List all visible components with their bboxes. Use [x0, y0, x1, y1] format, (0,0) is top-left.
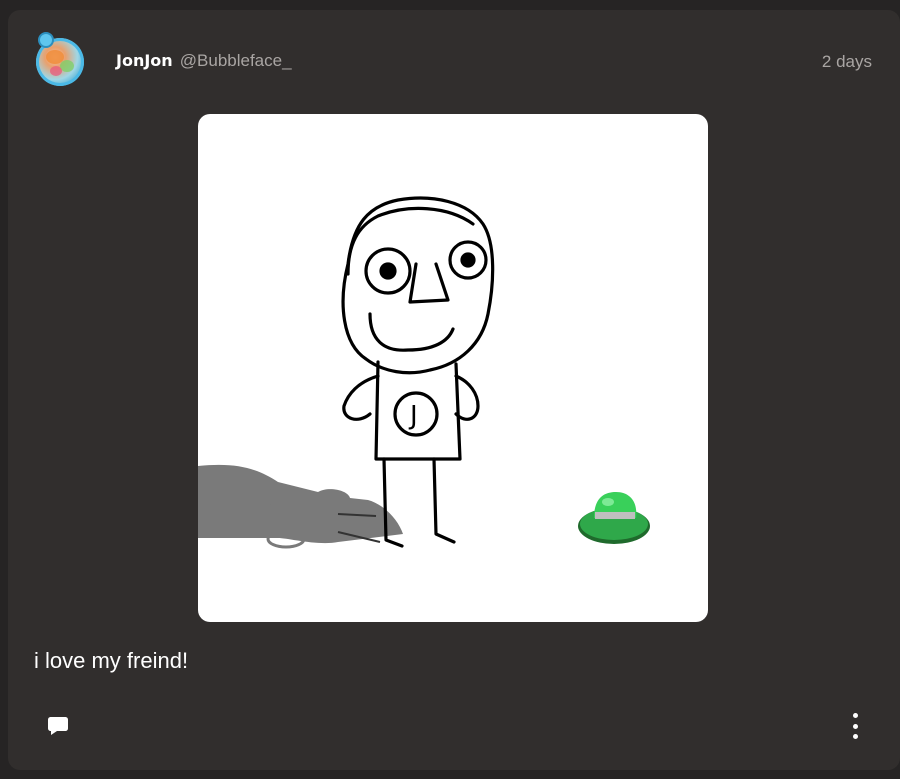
post-author: JonJon @Bubbleface_ — [116, 51, 292, 71]
comment-icon — [48, 717, 68, 735]
author-username[interactable]: @Bubbleface_ — [180, 51, 292, 70]
post-card: JonJon @Bubbleface_ 2 days J i love my f… — [8, 10, 900, 770]
post-image[interactable]: J — [198, 114, 708, 622]
post-text: i love my freind! — [34, 648, 189, 673]
avatar-badge-icon — [38, 32, 54, 48]
post-drawing: J — [198, 196, 650, 549]
green-fedora-icon — [578, 492, 650, 544]
post-timestamp: 2 days — [821, 52, 872, 71]
more-vertical-icon — [852, 713, 858, 718]
shadow-claw-icon — [198, 464, 403, 549]
badge-letter: J — [408, 401, 418, 431]
author-display-name[interactable]: JonJon — [116, 51, 173, 70]
stick-figure — [341, 196, 495, 548]
more-options-button[interactable] — [850, 713, 860, 739]
comment-button[interactable] — [46, 714, 70, 738]
